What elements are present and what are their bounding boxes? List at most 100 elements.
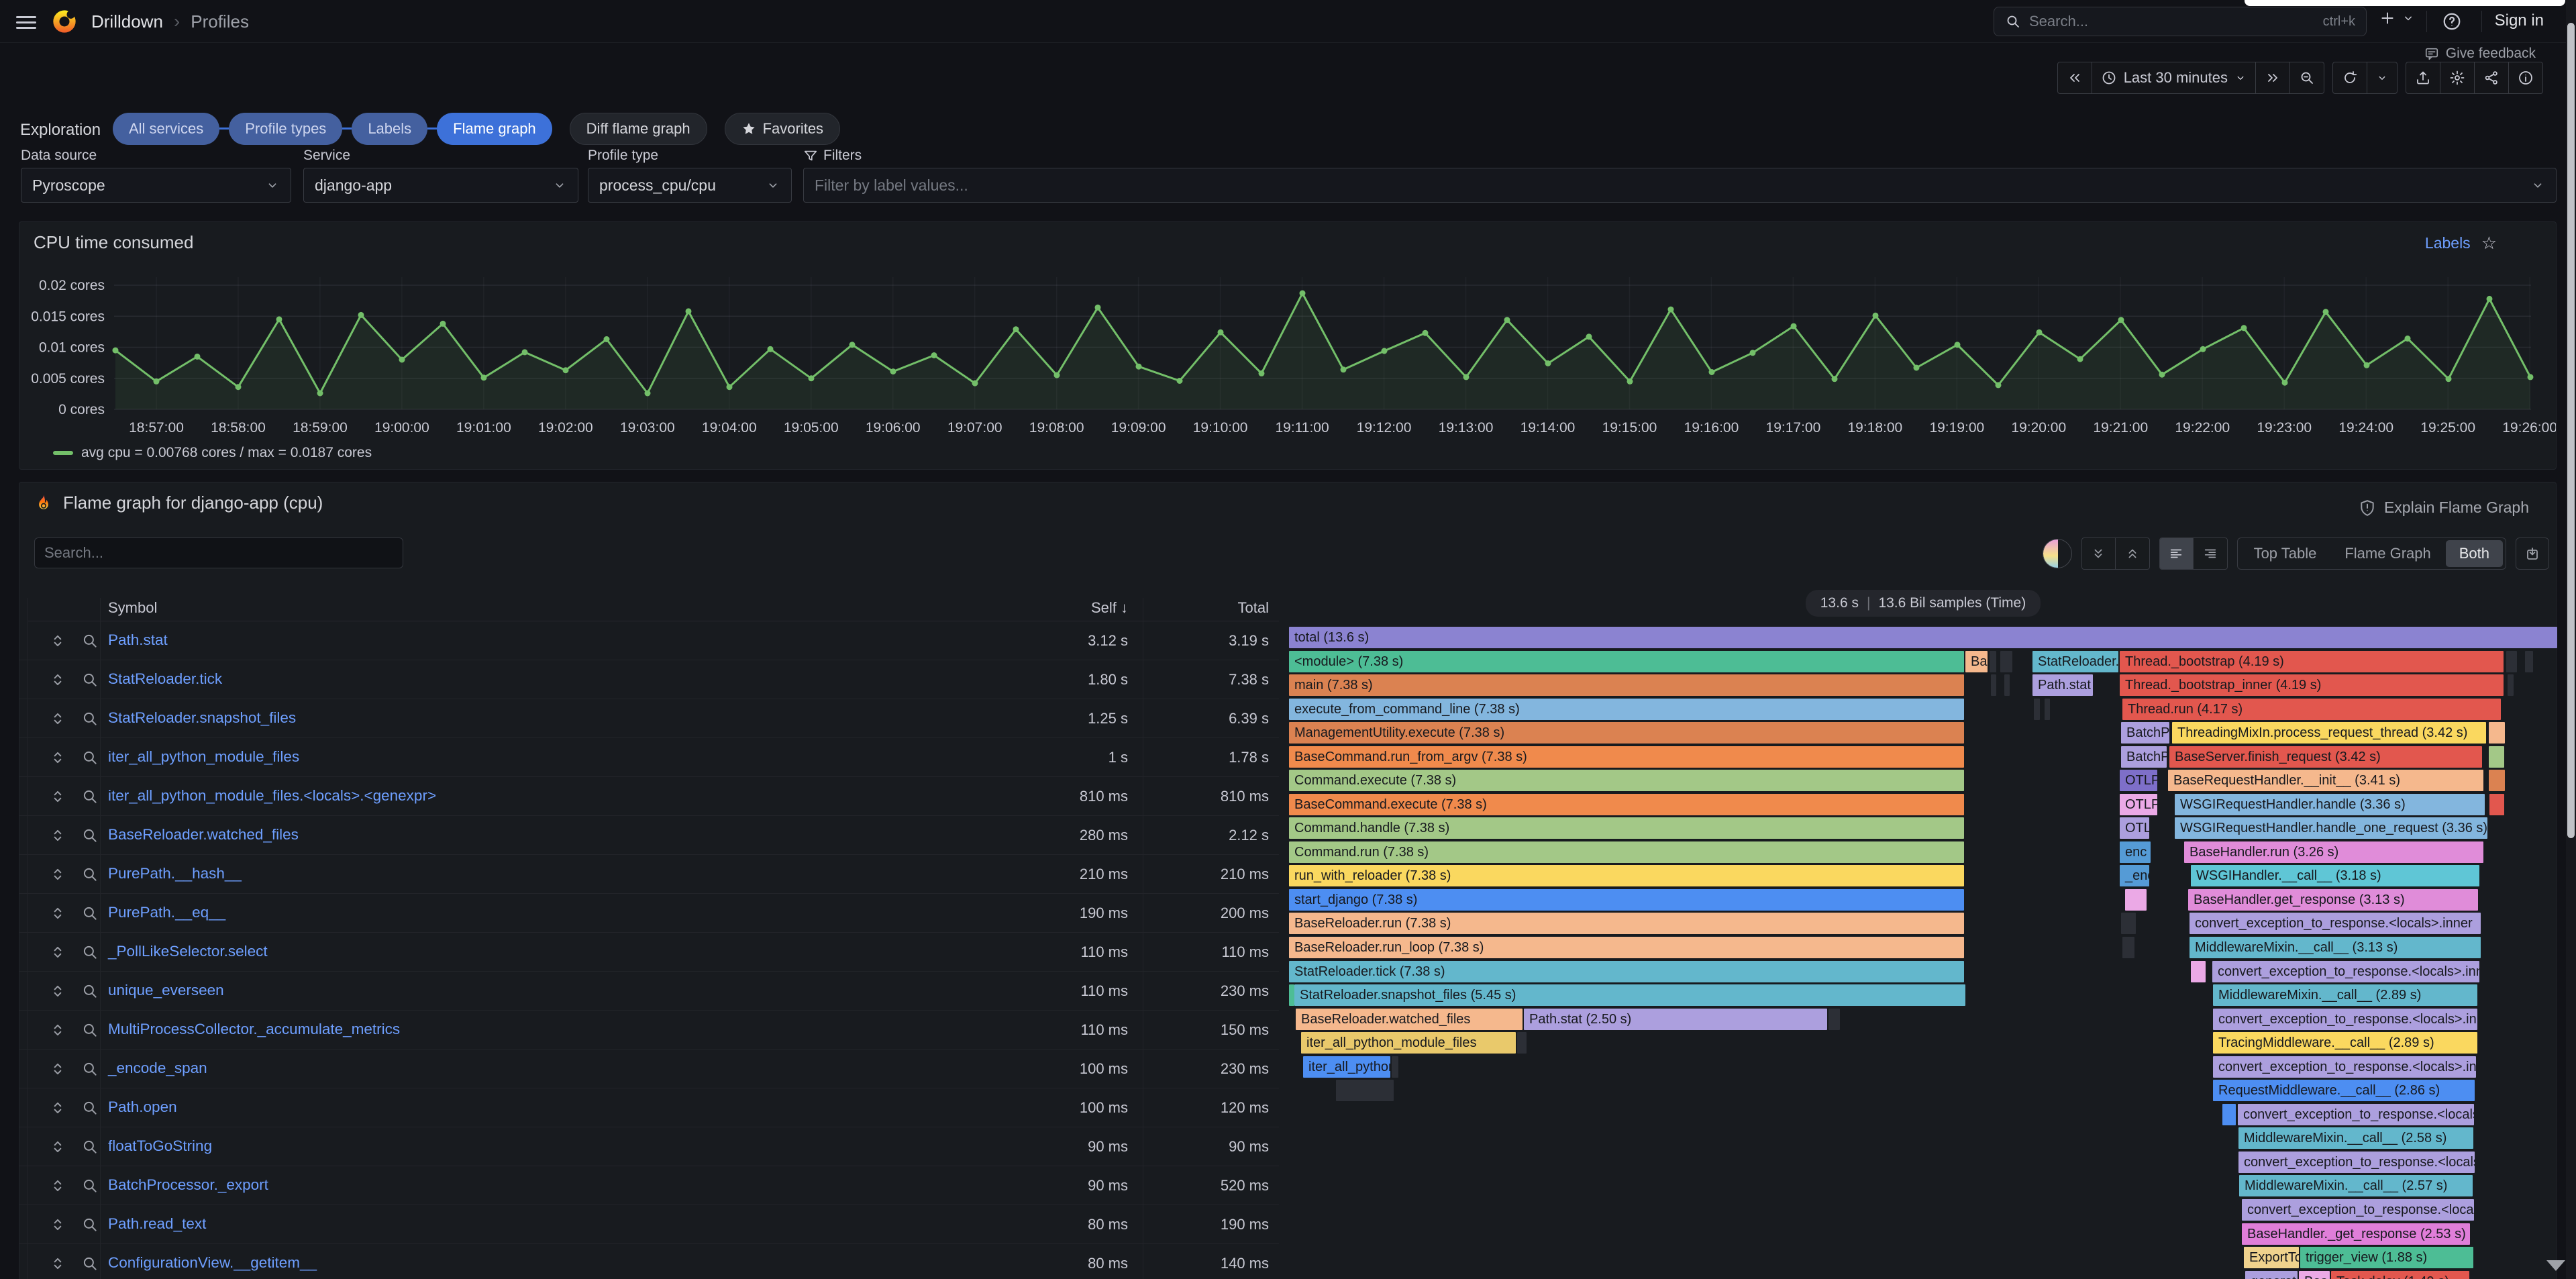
flame-frame[interactable]: iter_all_python_module_files.<locals>.<g… (1303, 1056, 1390, 1078)
symbol-link[interactable]: BaseReloader.watched_files (108, 826, 299, 843)
data-point[interactable] (1504, 317, 1510, 323)
flame-frame[interactable]: MiddlewareMixin.__call__ (2.89 s) (2213, 984, 2477, 1006)
tab-profile-types[interactable]: Profile types (229, 113, 342, 145)
table-row[interactable]: BatchProcessor._export90 ms520 ms (19, 1166, 1279, 1205)
data-point[interactable] (399, 357, 405, 363)
row-search-icon[interactable] (81, 982, 99, 1000)
table-row[interactable]: iter_all_python_module_files1 s1.78 s (19, 738, 1279, 777)
flame-frame[interactable]: main (7.38 s) (1289, 674, 1964, 696)
data-point[interactable] (1873, 313, 1879, 319)
export-button[interactable] (2406, 62, 2440, 93)
flame-frame[interactable]: BaseCommand.execute (7.38 s) (1289, 794, 1964, 815)
row-expand-icon[interactable] (49, 1021, 66, 1039)
tab-favorites[interactable]: Favorites (725, 113, 840, 145)
flame-frame[interactable]: Thread._bootstrap_inner (4.19 s) (2120, 674, 2504, 696)
flame-frame[interactable]: StatReloader.snapshot_files (5.45 s) (1294, 984, 1965, 1006)
data-point[interactable] (2118, 317, 2124, 323)
table-row[interactable]: MultiProcessCollector._accumulate_metric… (19, 1011, 1279, 1050)
symbol-link[interactable]: unique_everseen (108, 982, 224, 999)
flame-search-box[interactable] (34, 538, 403, 568)
data-point[interactable] (2159, 372, 2165, 378)
flame-frame[interactable]: BaseCommand.run_from_argv (7.38 s) (1289, 746, 1964, 768)
flame-frame[interactable]: enc (2120, 841, 2151, 863)
flame-frame[interactable]: Bas (1965, 651, 1988, 672)
service-select[interactable]: django-app (303, 168, 578, 203)
data-point[interactable] (2446, 376, 2452, 382)
flame-frame[interactable]: Bas (2299, 1271, 2330, 1279)
data-point[interactable] (1668, 307, 1674, 313)
chart-legend[interactable]: avg cpu = 0.00768 cores / max = 0.0187 c… (53, 445, 372, 461)
flame-frame[interactable]: convert_exception_to_response.<locals>.i… (2213, 1009, 2477, 1030)
row-expand-icon[interactable] (49, 710, 66, 727)
row-expand-icon[interactable] (49, 1099, 66, 1117)
data-point[interactable] (2077, 356, 2083, 362)
new-menu-button[interactable] (2379, 9, 2415, 27)
flame-frame[interactable]: BaseServer.finish_request (3.42 s) (2169, 746, 2482, 768)
table-row[interactable]: _encode_span100 ms230 ms (19, 1050, 1279, 1088)
label-filters-input-box[interactable] (803, 168, 2557, 203)
color-scheme-button[interactable] (2043, 539, 2072, 568)
row-search-icon[interactable] (81, 632, 99, 650)
flame-frame-collapsed[interactable] (2034, 699, 2040, 720)
table-row[interactable]: StatReloader.tick1.80 s7.38 s (19, 660, 1279, 699)
flame-frame-collapsed[interactable] (2121, 913, 2136, 934)
refresh-button[interactable] (2333, 62, 2367, 93)
data-point[interactable] (2487, 296, 2493, 302)
row-search-icon[interactable] (81, 1255, 99, 1272)
flame-frame-collapsed[interactable] (1392, 1056, 1398, 1078)
flame-frame[interactable]: ExportTo (2244, 1247, 2299, 1268)
row-expand-icon[interactable] (49, 749, 66, 766)
row-search-icon[interactable] (81, 710, 99, 727)
flame-frame[interactable]: convert_exception_to_response.<locals>.i… (2189, 913, 2481, 934)
flame-frame[interactable]: StatReloader. (2032, 651, 2118, 672)
flame-frame-collapsed[interactable] (1828, 1009, 1840, 1030)
data-point[interactable] (1136, 364, 1142, 370)
sign-in-button[interactable]: Sign in (2495, 11, 2544, 30)
flame-frame-collapsed[interactable] (1990, 651, 1996, 672)
data-point[interactable] (2528, 374, 2534, 380)
view-top-table[interactable]: Top Table (2240, 540, 2330, 567)
share-button[interactable] (2475, 62, 2509, 93)
column-symbol[interactable]: Symbol (108, 599, 157, 617)
flame-frame[interactable]: BaseReloader.run_loop (7.38 s) (1289, 937, 1964, 958)
symbol-link[interactable]: floatToGoString (108, 1137, 212, 1155)
symbol-link[interactable]: StatReloader.tick (108, 670, 222, 688)
data-point[interactable] (2282, 380, 2288, 386)
flame-frame[interactable]: convert_exception_to_response.<locals>.i… (2238, 1104, 2474, 1125)
flame-frame-collapsed[interactable] (1517, 1032, 1527, 1054)
data-point[interactable] (1300, 291, 1306, 297)
data-point[interactable] (1259, 370, 1265, 376)
symbol-link[interactable]: StatReloader.snapshot_files (108, 709, 296, 727)
flame-frame[interactable]: trigger_view (1.88 s) (2300, 1247, 2473, 1268)
flame-frame[interactable]: Command.handle (7.38 s) (1289, 817, 1964, 839)
data-point[interactable] (849, 342, 856, 348)
explain-flame-graph-button[interactable]: Explain Flame Graph (2359, 499, 2529, 517)
data-point[interactable] (563, 367, 569, 373)
data-point[interactable] (727, 384, 733, 390)
flame-frame[interactable]: BaseHandler.run (3.26 s) (2184, 841, 2483, 863)
flame-frame[interactable]: MiddlewareMixin.__call__ (2.57 s) (2239, 1175, 2473, 1196)
flame-frame[interactable]: BaseRequestHandler.__init__ (3.41 s) (2168, 770, 2483, 791)
data-point[interactable] (809, 375, 815, 381)
flame-frame[interactable]: run_with_reloader (7.38 s) (1289, 865, 1964, 886)
breadcrumb-page[interactable]: Profiles (191, 11, 249, 32)
flame-frame[interactable]: Thread._bootstrap (4.19 s) (2120, 651, 2504, 672)
tab-all-services[interactable]: All services (113, 113, 219, 145)
flame-frame[interactable]: OTLP (2120, 770, 2157, 791)
flame-frame-collapsed[interactable] (1336, 1080, 1394, 1101)
data-point[interactable] (1914, 365, 1920, 371)
flame-frame-collapsed[interactable] (2489, 794, 2504, 815)
breadcrumb-app[interactable]: Drilldown (91, 11, 163, 32)
page-scrollbar[interactable] (2566, 0, 2576, 1279)
symbol-link[interactable]: Path.stat (108, 631, 168, 649)
flame-frame-collapsed[interactable] (2508, 674, 2514, 696)
flame-frame-collapsed[interactable] (2489, 722, 2505, 744)
flame-frame[interactable]: convert_exception_to_response.<locals>.i… (2212, 961, 2479, 982)
menu-icon[interactable] (16, 13, 36, 30)
data-point[interactable] (2323, 309, 2329, 315)
symbol-link[interactable]: MultiProcessCollector._accumulate_metric… (108, 1021, 400, 1038)
global-search-input[interactable] (2029, 13, 2315, 30)
flame-frame[interactable]: BaseReloader.run (7.38 s) (1289, 913, 1964, 934)
flame-frame[interactable]: Command.run (7.38 s) (1289, 841, 1964, 863)
scrollbar-thumb[interactable] (2567, 23, 2575, 838)
